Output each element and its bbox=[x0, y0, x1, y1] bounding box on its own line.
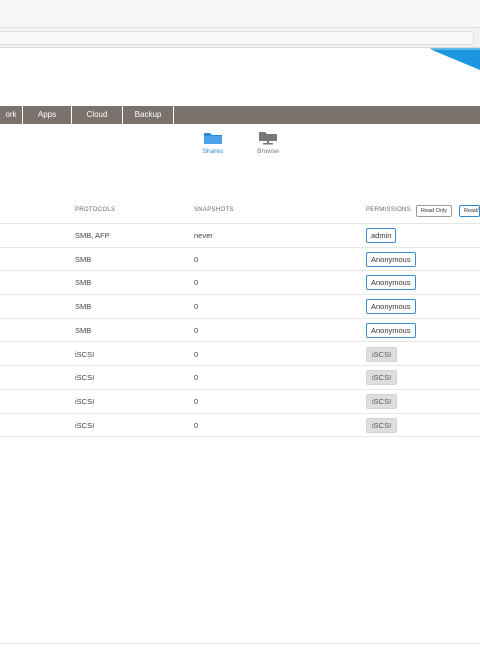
iscsi-badge: iSCSI bbox=[366, 393, 398, 409]
table-row[interactable]: iSCSI 0 iSCSI bbox=[0, 390, 480, 414]
read-write-toggle[interactable]: Read/ bbox=[459, 205, 480, 217]
iscsi-badge: iSCSI bbox=[366, 346, 398, 362]
protocols-cell: iSCSI bbox=[75, 373, 95, 383]
nav-item-backup[interactable]: Backup bbox=[123, 106, 174, 124]
protocols-cell: SMB bbox=[75, 278, 92, 288]
nav-item-cloud[interactable]: Cloud bbox=[72, 106, 123, 124]
column-header-permissions: PERMISSIONS bbox=[366, 207, 411, 213]
snapshots-cell: 0 bbox=[194, 325, 199, 335]
snapshots-cell: 0 bbox=[194, 278, 199, 288]
read-only-toggle[interactable]: Read Only bbox=[416, 205, 452, 217]
shares-view-button[interactable]: Shares bbox=[188, 130, 238, 164]
snapshots-cell: 0 bbox=[194, 420, 199, 430]
folder-icon bbox=[204, 133, 222, 144]
protocols-cell: SMB, AFP bbox=[75, 231, 110, 240]
main-nav-bar: ork Apps Cloud Backup bbox=[0, 106, 480, 124]
protocols-cell: SMB bbox=[75, 325, 92, 335]
shares-label: Shares bbox=[202, 148, 224, 155]
table-row[interactable]: SMB 0 Anonymous bbox=[0, 248, 480, 272]
browser-top-bar bbox=[0, 0, 480, 28]
table-row[interactable]: SMB 0 Anonymous bbox=[0, 271, 480, 296]
protocols-cell: SMB bbox=[75, 302, 92, 312]
table-row[interactable]: SMB 0 Anonymous bbox=[0, 319, 480, 343]
table-row[interactable]: iSCSI 0 iSCSI bbox=[0, 343, 480, 367]
address-field[interactable] bbox=[0, 31, 474, 45]
column-header-protocols: PROTOCOLS bbox=[75, 207, 116, 213]
brand-logo bbox=[430, 48, 480, 70]
table-row[interactable]: SMB, AFP never admin bbox=[0, 224, 480, 248]
permission-user-badge[interactable]: Anonymous bbox=[366, 299, 416, 315]
protocols-cell: iSCSI bbox=[75, 349, 95, 359]
row-divider bbox=[0, 436, 480, 438]
protocols-cell: iSCSI bbox=[75, 420, 95, 430]
column-header-snapshots: SNAPSHOTS bbox=[194, 207, 234, 213]
footer-divider bbox=[0, 643, 480, 644]
nav-item-apps[interactable]: Apps bbox=[23, 106, 72, 124]
snapshots-cell: never bbox=[194, 231, 213, 240]
nav-item-network[interactable]: ork bbox=[0, 106, 23, 124]
network-folder-icon bbox=[259, 132, 277, 145]
iscsi-badge: iSCSI bbox=[366, 417, 398, 433]
protocols-cell: iSCSI bbox=[75, 396, 95, 406]
snapshots-cell: 0 bbox=[194, 254, 199, 264]
table-row[interactable]: SMB 0 Anonymous bbox=[0, 295, 480, 319]
snapshots-cell: 0 bbox=[194, 373, 199, 383]
permission-user-badge[interactable]: Anonymous bbox=[366, 251, 416, 267]
protocols-cell: SMB bbox=[75, 254, 92, 264]
permission-user-badge[interactable]: Anonymous bbox=[366, 275, 416, 291]
browser-address-bar bbox=[0, 28, 480, 48]
snapshots-cell: 0 bbox=[194, 396, 199, 406]
browse-label: Browse bbox=[257, 148, 279, 155]
snapshots-cell: 0 bbox=[194, 349, 199, 359]
table-row[interactable]: iSCSI 0 iSCSI bbox=[0, 366, 480, 390]
permission-user-badge[interactable]: Anonymous bbox=[366, 322, 416, 338]
snapshots-cell: 0 bbox=[194, 302, 199, 312]
browse-view-button[interactable]: Browse bbox=[243, 130, 293, 164]
iscsi-badge: iSCSI bbox=[366, 370, 398, 386]
permission-user-badge[interactable]: admin bbox=[366, 228, 397, 243]
table-row[interactable]: iSCSI 0 iSCSI bbox=[0, 414, 480, 438]
